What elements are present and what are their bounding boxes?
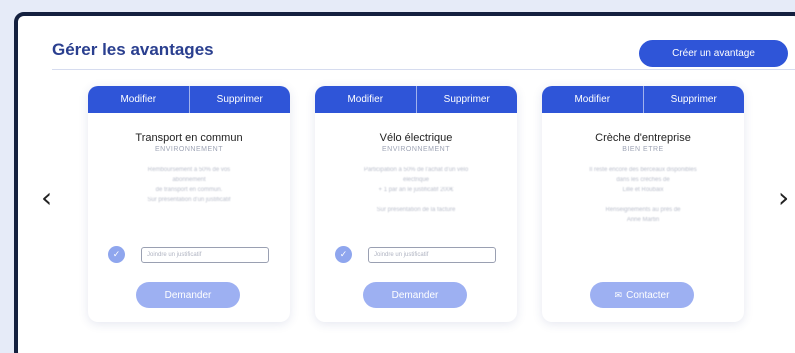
description-line: Sur présentation de la facture (376, 207, 456, 213)
advantage-card-transport: Modifier Supprimer Transport en commun E… (88, 86, 290, 322)
upload-row: ✓ Joindre un justificatif (335, 246, 496, 263)
description-line: Renseignements au près de (605, 207, 681, 213)
delete-button[interactable]: Supprimer (415, 86, 518, 113)
contact-button-label: Contacter (626, 289, 670, 301)
upload-row: ✓ Joindre un justificatif (108, 246, 269, 263)
request-button[interactable]: Demander (363, 282, 467, 308)
description-line: Sur présentation d'un justificatif (147, 197, 231, 203)
description-line: + 1 par an le justificatif 200€ (378, 187, 454, 193)
description-line: Il reste encore des berceaux disponibles (589, 167, 697, 173)
title-divider (52, 69, 795, 70)
description-line: abonnement (172, 177, 206, 183)
description-line: Remboursement à 50% de vos (147, 167, 231, 173)
advantage-card-velo: Modifier Supprimer Vélo électrique ENVIR… (315, 86, 517, 322)
description-line (564, 195, 722, 205)
card-description: Remboursement à 50% de vos abonnement de… (110, 165, 268, 205)
contact-button[interactable]: ✉ Contacter (590, 282, 694, 308)
justificatif-upload-field[interactable]: Joindre un justificatif (141, 246, 269, 263)
card-description: Il reste encore des berceaux disponibles… (564, 165, 722, 225)
card-actions: Modifier Supprimer (88, 86, 290, 113)
card-title: Transport en commun (135, 132, 243, 144)
page-title: Gérer les avantages (52, 40, 214, 59)
description-line: de transport en commun. (155, 187, 223, 193)
description-line: Lille et Roubaix (622, 187, 664, 193)
description-line: Participation à 50% de l'achat d'un vélo (363, 167, 469, 173)
check-icon[interactable]: ✓ (108, 246, 125, 263)
card-title: Crèche d'entreprise (595, 132, 691, 144)
delete-button[interactable]: Supprimer (188, 86, 291, 113)
card-category: ENVIRONNEMENT (155, 146, 223, 153)
modify-button[interactable]: Modifier (542, 86, 643, 113)
previous-arrow-icon[interactable]: ‹ (41, 184, 52, 212)
modify-button[interactable]: Modifier (315, 86, 416, 113)
card-category: BIEN ETRE (622, 146, 664, 153)
card-actions: Modifier Supprimer (315, 86, 517, 113)
description-line (337, 195, 495, 205)
delete-button[interactable]: Supprimer (642, 86, 745, 113)
mail-icon: ✉ (614, 289, 623, 300)
card-title: Vélo électrique (379, 132, 453, 144)
request-button-label: Demander (164, 289, 212, 301)
card-description: Participation à 50% de l'achat d'un vélo… (337, 165, 495, 215)
next-arrow-icon[interactable]: › (778, 184, 789, 212)
advantage-card-creche: Modifier Supprimer Crèche d'entreprise B… (542, 86, 744, 322)
justificatif-upload-field[interactable]: Joindre un justificatif (368, 246, 496, 263)
modify-button[interactable]: Modifier (88, 86, 189, 113)
description-line: électrique (402, 177, 429, 183)
card-category: ENVIRONNEMENT (382, 146, 450, 153)
card-actions: Modifier Supprimer (542, 86, 744, 113)
description-line: dans les crèches de (616, 177, 670, 183)
request-button-label: Demander (391, 289, 439, 301)
description-line: Anne Martin (626, 217, 660, 223)
request-button[interactable]: Demander (136, 282, 240, 308)
check-icon[interactable]: ✓ (335, 246, 352, 263)
create-advantage-button[interactable]: Créer un avantage (639, 40, 788, 67)
app-frame: Gérer les avantages Créer un avantage ‹ … (14, 12, 795, 353)
